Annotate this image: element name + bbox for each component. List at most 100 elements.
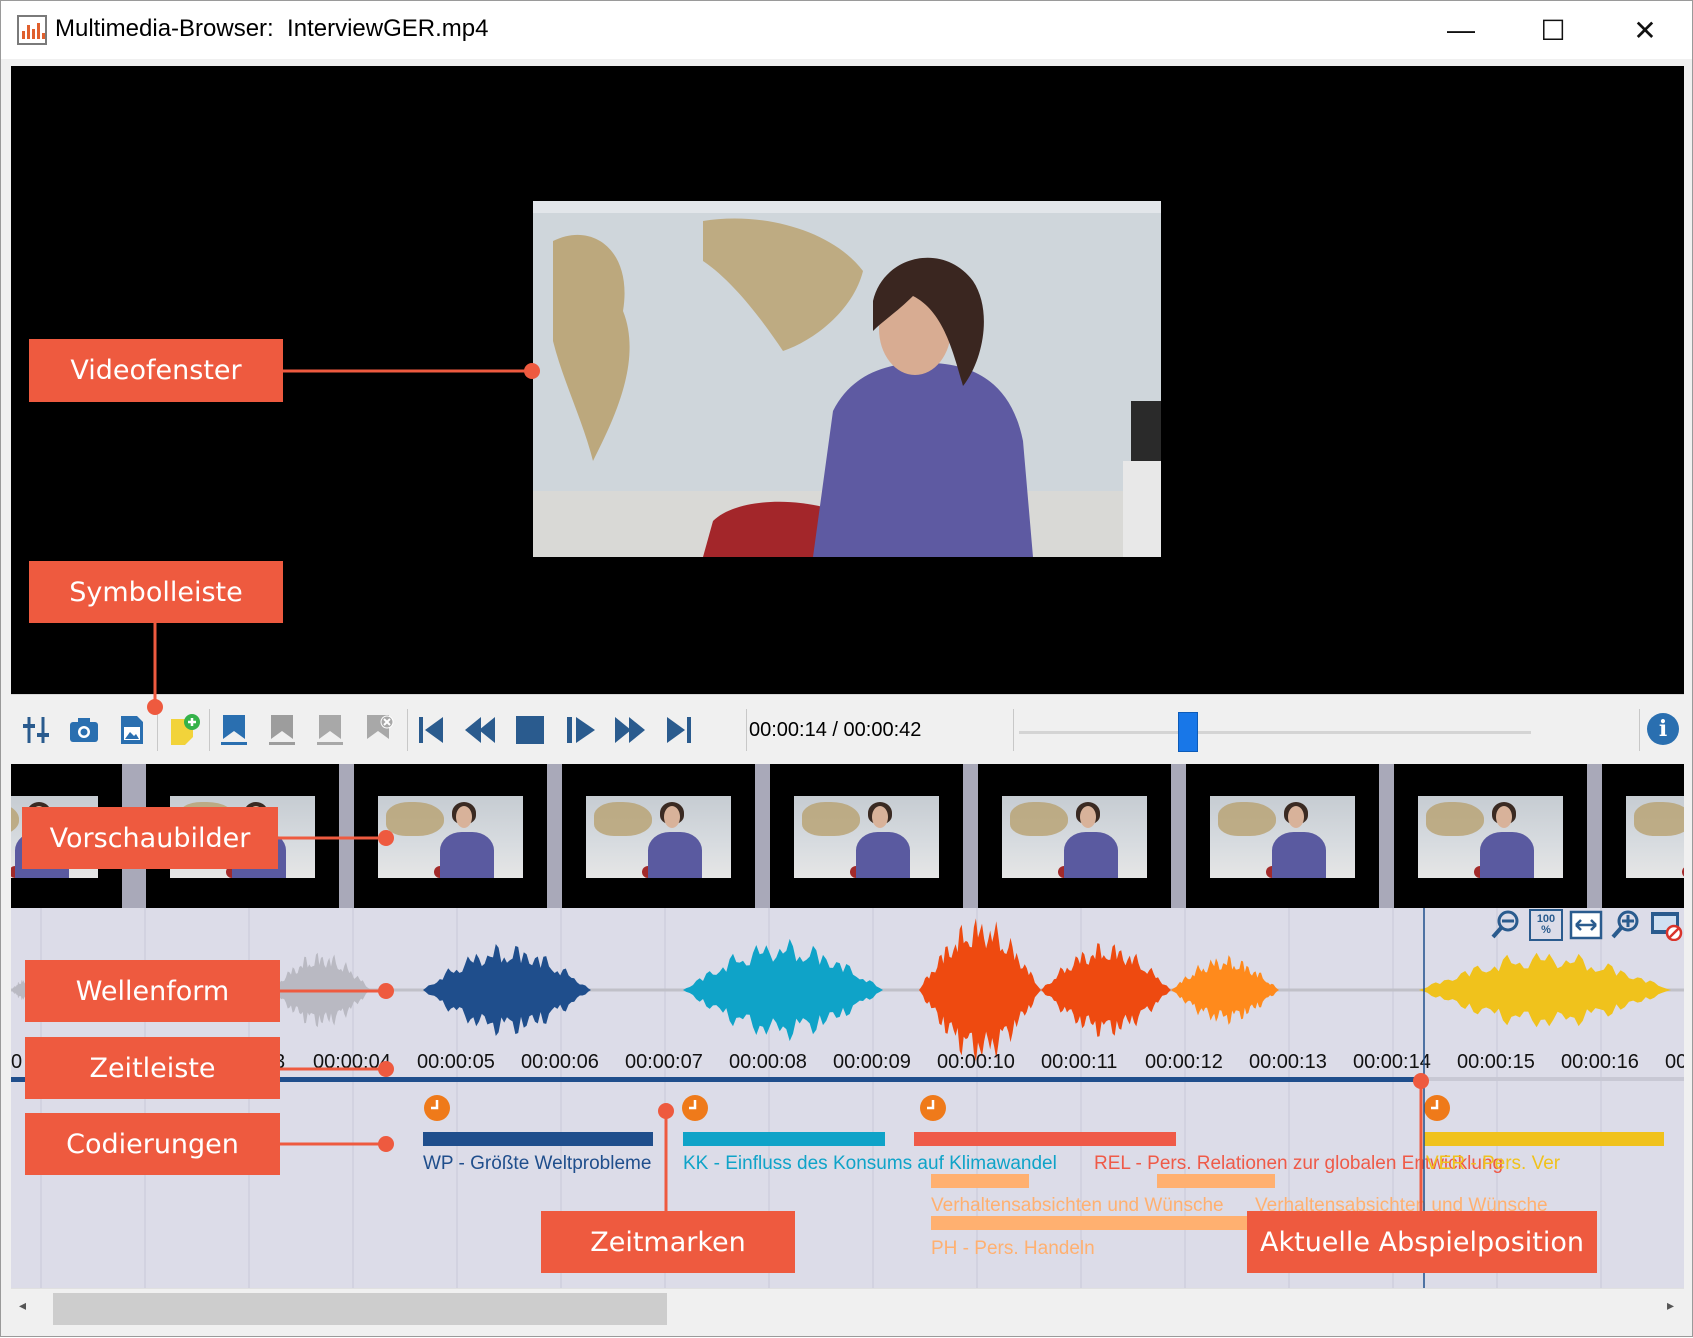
- scrollbar-thumb[interactable]: [53, 1293, 667, 1325]
- add-memo-icon[interactable]: [167, 713, 201, 747]
- rewind-icon[interactable]: [463, 713, 497, 747]
- thumbnail-image: [378, 796, 523, 878]
- timeline-tick-label: 00: [1665, 1051, 1684, 1073]
- coding-bar[interactable]: [423, 1132, 653, 1146]
- bookmark-delete-icon[interactable]: [361, 713, 395, 747]
- timeline-tick-label: 00:00:15: [1457, 1051, 1535, 1073]
- coding-label[interactable]: KK - Einfluss des Konsums auf Klimawande…: [683, 1153, 1057, 1174]
- timeline-tick-label: 00:00:16: [1561, 1051, 1639, 1073]
- minimize-icon: —: [1447, 14, 1475, 45]
- timeline-tick-label: 00:00:05: [417, 1051, 495, 1073]
- app-icon: [17, 15, 47, 45]
- timeline-tick-label: 00:00:07: [625, 1051, 703, 1073]
- waveform-segment: [919, 918, 1041, 1062]
- timeline-tick-label: 00:00:12: [1145, 1051, 1223, 1073]
- coding-bar[interactable]: [1424, 1132, 1664, 1146]
- skip-end-icon[interactable]: [663, 713, 697, 747]
- horizontal-scrollbar[interactable]: ◂ ▸: [11, 1288, 1684, 1328]
- timeline-tick-label: 00:00:06: [521, 1051, 599, 1073]
- maximize-icon: ☐: [1540, 14, 1566, 46]
- close-button[interactable]: ✕: [1599, 1, 1691, 59]
- time-marker-icon[interactable]: [424, 1095, 450, 1121]
- coding-bar[interactable]: [914, 1132, 1176, 1146]
- callout-wellenform: Wellenform: [25, 960, 280, 1022]
- zoom-out-icon[interactable]: [1489, 909, 1523, 941]
- coding-bar[interactable]: [931, 1174, 1029, 1188]
- callout-zeitmarken: Zeitmarken: [541, 1211, 795, 1273]
- close-icon: ✕: [1633, 14, 1657, 46]
- timeline-tick-label: 00:00:14: [1353, 1051, 1431, 1073]
- maximize-button[interactable]: ☐: [1507, 1, 1599, 59]
- playback-slider-thumb[interactable]: [1177, 712, 1198, 752]
- video-still-image: [533, 201, 1161, 557]
- window-title: Multimedia-Browser: InterviewGER.mp4: [55, 15, 489, 42]
- play-icon[interactable]: [563, 713, 597, 747]
- time-marker-icon[interactable]: [920, 1095, 946, 1121]
- timeline-tick-label: 00:00:11: [1041, 1051, 1117, 1073]
- preview-thumbnail[interactable]: [770, 764, 963, 908]
- coding-bar[interactable]: [1157, 1174, 1275, 1188]
- coding-bar[interactable]: [683, 1132, 885, 1146]
- timeline-tick-label: 00:00:10: [937, 1051, 1015, 1073]
- image-icon[interactable]: [115, 713, 149, 747]
- coding-label[interactable]: PH - Pers. Handeln: [931, 1238, 1095, 1259]
- thumbnail-image: [794, 796, 939, 878]
- fit-width-icon[interactable]: [1569, 909, 1603, 941]
- waveform-segment: [271, 952, 371, 1028]
- scroll-left-icon[interactable]: ◂: [19, 1297, 26, 1314]
- camera-icon[interactable]: [67, 713, 101, 747]
- timeline-tick-label: 00:00:13: [1249, 1051, 1327, 1073]
- skip-start-icon[interactable]: [413, 713, 447, 747]
- thumbnail-image: [586, 796, 731, 878]
- bookmark-blue-icon[interactable]: [217, 713, 251, 747]
- waveform-segment: [1171, 955, 1279, 1025]
- timeline-tick-label: 00:00:08: [729, 1051, 807, 1073]
- zoom-in-icon[interactable]: [1609, 909, 1643, 941]
- bookmark-gray-icon[interactable]: [265, 713, 299, 747]
- zoom-100-icon[interactable]: 100 %: [1529, 909, 1563, 941]
- timeline-tick-label: 00:00:04: [313, 1051, 391, 1073]
- preview-thumbnail[interactable]: [562, 764, 755, 908]
- video-options-icon[interactable]: [1649, 909, 1683, 941]
- multimedia-browser-window: Multimedia-Browser: InterviewGER.mp4 — ☐…: [0, 0, 1693, 1337]
- stop-icon[interactable]: [513, 713, 547, 747]
- minimize-button[interactable]: —: [1415, 1, 1507, 59]
- title-bar: Multimedia-Browser: InterviewGER.mp4 — ☐…: [1, 1, 1692, 59]
- callout-symbolleiste: Symbolleiste: [29, 561, 283, 623]
- fast-forward-icon[interactable]: [613, 713, 647, 747]
- callout-videofenster: Videofenster: [29, 339, 283, 402]
- waveform-segment: [1041, 943, 1171, 1037]
- thumbnail-image: [1002, 796, 1147, 878]
- coding-label[interactable]: WP - Größte Weltprobleme: [423, 1153, 651, 1174]
- preview-thumbnail[interactable]: [1186, 764, 1379, 908]
- thumbnail-image: [1210, 796, 1355, 878]
- bookmark-gray-2-icon[interactable]: [313, 713, 347, 747]
- waveform-segment: [423, 944, 591, 1036]
- settings-sliders-icon[interactable]: [19, 713, 53, 747]
- coding-label[interactable]: Verhaltensabsichten und Wünsche: [931, 1195, 1224, 1216]
- callout-zeitleiste: Zeitleiste: [25, 1037, 280, 1099]
- coding-label[interactable]: VER - Pers. Ver: [1426, 1153, 1561, 1174]
- preview-thumbnail[interactable]: [978, 764, 1171, 908]
- scroll-right-icon[interactable]: ▸: [1667, 1297, 1674, 1314]
- playback-time: 00:00:14 / 00:00:42: [749, 719, 922, 741]
- timeline-tick-label: 0: [11, 1051, 22, 1073]
- toolbar: 00:00:14 / 00:00:42 i: [11, 694, 1684, 764]
- info-icon[interactable]: i: [1647, 713, 1679, 745]
- callout-vorschaubilder: Vorschaubilder: [22, 807, 278, 869]
- playback-slider-track[interactable]: [1019, 731, 1531, 734]
- waveform-segment: [1419, 952, 1671, 1028]
- preview-thumbnail[interactable]: [354, 764, 547, 908]
- time-marker-icon[interactable]: [1424, 1095, 1450, 1121]
- preview-thumbnail[interactable]: [1602, 764, 1684, 908]
- thumbnail-image: [1418, 796, 1563, 878]
- time-marker-icon[interactable]: [682, 1095, 708, 1121]
- callout-codierungen: Codierungen: [25, 1113, 280, 1175]
- waveform-segment: [683, 938, 883, 1042]
- callout-aktuelle-abspielposition: Aktuelle Abspielposition: [1247, 1211, 1597, 1273]
- preview-thumbnail[interactable]: [1394, 764, 1587, 908]
- video-frame[interactable]: [533, 201, 1161, 557]
- coding-bar[interactable]: [931, 1216, 1261, 1230]
- timeline-tick-label: 00:00:09: [833, 1051, 911, 1073]
- thumbnail-image: [1626, 796, 1684, 878]
